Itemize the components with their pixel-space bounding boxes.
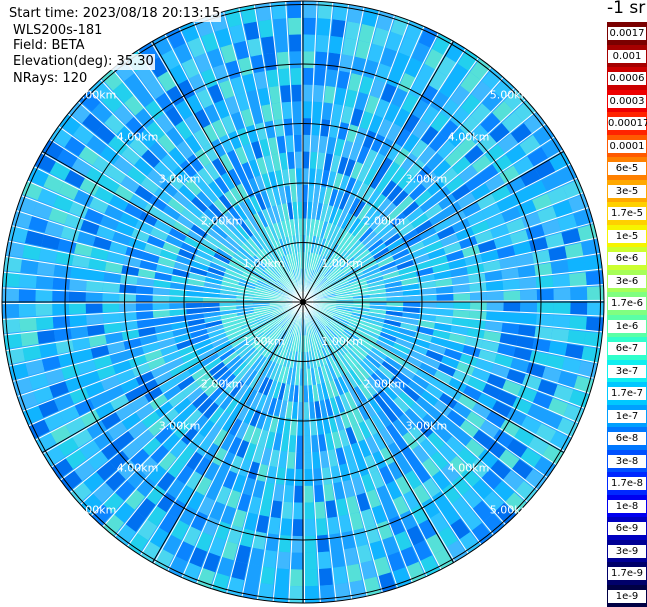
colorbar-level-label: 3e-9 bbox=[608, 544, 646, 558]
colorbar-level: 6e-9 bbox=[607, 517, 647, 540]
colorbar-level: 3e-9 bbox=[607, 539, 647, 562]
colorbar-level: 6e-6 bbox=[607, 247, 647, 270]
colorbar-level: 1.7e-8 bbox=[607, 472, 647, 495]
colorbar-level: 0.00017 bbox=[607, 112, 647, 135]
range-label: 3.00km bbox=[159, 173, 201, 186]
range-label: 1.00km bbox=[243, 257, 285, 270]
colorbar-level: 1e-6 bbox=[607, 314, 647, 337]
colorbar-level-label: 1e-9 bbox=[608, 589, 646, 603]
range-label: 5.00km bbox=[490, 89, 532, 102]
colorbar-level-label: 3e-6 bbox=[608, 274, 646, 288]
colorbar-level-label: 1e-6 bbox=[608, 319, 646, 333]
colorbar: 0.0017 0.001 0.0006 0.0003 0.00017 0.0001 6e-5… bbox=[607, 22, 647, 607]
colorbar-level: 1.7e-5 bbox=[607, 202, 647, 225]
colorbar-level-label: 1.7e-5 bbox=[608, 207, 646, 220]
range-label: 2.00km bbox=[201, 377, 243, 390]
colorbar-level: 1e-8 bbox=[607, 494, 647, 517]
colorbar-level-label: 6e-9 bbox=[608, 522, 646, 535]
colorbar-level: 1e-5 bbox=[607, 224, 647, 247]
colorbar-level: 1.7e-9 bbox=[607, 562, 647, 585]
colorbar-level-label: 0.001 bbox=[608, 49, 646, 63]
colorbar-level-label: 3e-5 bbox=[608, 184, 646, 198]
range-label: 5.00km bbox=[490, 504, 532, 517]
range-label: 2.00km bbox=[201, 215, 243, 228]
colorbar-level-label: 0.0017 bbox=[608, 27, 646, 40]
colorbar-level-label: 1e-8 bbox=[608, 499, 646, 513]
colorbar-level-label: 3e-8 bbox=[608, 454, 646, 468]
colorbar-level: 1.7e-7 bbox=[607, 382, 647, 405]
range-label: 1.00km bbox=[321, 257, 363, 270]
colorbar-level-label: 1.7e-6 bbox=[608, 297, 646, 310]
colorbar-level-label: 1.7e-7 bbox=[608, 387, 646, 400]
range-label: 2.00km bbox=[364, 215, 406, 228]
colorbar-level: 3e-6 bbox=[607, 269, 647, 292]
field-label: Field: BETA bbox=[12, 38, 86, 54]
colorbar-level-label: 0.0003 bbox=[608, 94, 646, 108]
colorbar-level-label: 6e-7 bbox=[608, 342, 646, 355]
colorbar-level-label: 6e-8 bbox=[608, 432, 646, 445]
colorbar-level: 3e-7 bbox=[607, 359, 647, 382]
colorbar-level: 1.7e-6 bbox=[607, 292, 647, 315]
range-label: 5.00km bbox=[75, 89, 117, 102]
radar-origin bbox=[300, 299, 306, 305]
range-label: 2.00km bbox=[364, 377, 406, 390]
colorbar-level: 0.0006 bbox=[607, 67, 647, 90]
elevation-label: Elevation(deg): 35.30 bbox=[12, 54, 155, 70]
colorbar-unit-title: -1 sr bbox=[607, 0, 646, 18]
colorbar-level: 6e-5 bbox=[607, 157, 647, 180]
range-label: 1.00km bbox=[243, 335, 285, 348]
colorbar-level: 3e-5 bbox=[607, 179, 647, 202]
range-label: 5.00km bbox=[75, 504, 117, 517]
colorbar-level-label: 1.7e-8 bbox=[608, 477, 646, 490]
colorbar-level-label: 1.7e-9 bbox=[608, 567, 646, 580]
colorbar-level: 1e-7 bbox=[607, 404, 647, 427]
colorbar-level-label: 0.0001 bbox=[608, 139, 646, 153]
colorbar-level: 3e-8 bbox=[607, 449, 647, 472]
colorbar-level: 0.0003 bbox=[607, 89, 647, 112]
colorbar-level: 1e-9 bbox=[607, 584, 647, 607]
colorbar-level-label: 0.0006 bbox=[608, 72, 646, 85]
range-label: 4.00km bbox=[117, 131, 159, 144]
range-label: 3.00km bbox=[406, 173, 448, 186]
colorbar-level-label: 6e-6 bbox=[608, 252, 646, 265]
colorbar-level: 6e-8 bbox=[607, 427, 647, 450]
colorbar-level-label: 0.00017 bbox=[608, 117, 647, 130]
range-label: 3.00km bbox=[159, 419, 201, 432]
range-label: 4.00km bbox=[448, 462, 490, 475]
colorbar-level-label: 6e-5 bbox=[608, 162, 646, 175]
colorbar-level-label: 1e-7 bbox=[608, 409, 646, 423]
instrument-label: WLS200s-181 bbox=[12, 23, 104, 39]
colorbar-level: 6e-7 bbox=[607, 337, 647, 360]
colorbar-level: 0.0001 bbox=[607, 134, 647, 157]
colorbar-level-label: 3e-7 bbox=[608, 364, 646, 378]
range-label: 1.00km bbox=[321, 335, 363, 348]
colorbar-level: 0.001 bbox=[607, 44, 647, 67]
range-label: 4.00km bbox=[448, 131, 490, 144]
range-label: 4.00km bbox=[117, 462, 159, 475]
nrays-label: NRays: 120 bbox=[12, 71, 89, 87]
colorbar-level: 0.0017 bbox=[607, 22, 647, 45]
colorbar-level-label: 1e-5 bbox=[608, 229, 646, 243]
start-time-label: Start time: 2023/08/18 20:13:15 bbox=[8, 6, 222, 22]
range-label: 3.00km bbox=[406, 419, 448, 432]
ppi-scan-plot: 1.00km 1.00km 1.00km 1.00km 2.00km 2.00km 2.00… bbox=[1, 0, 605, 604]
